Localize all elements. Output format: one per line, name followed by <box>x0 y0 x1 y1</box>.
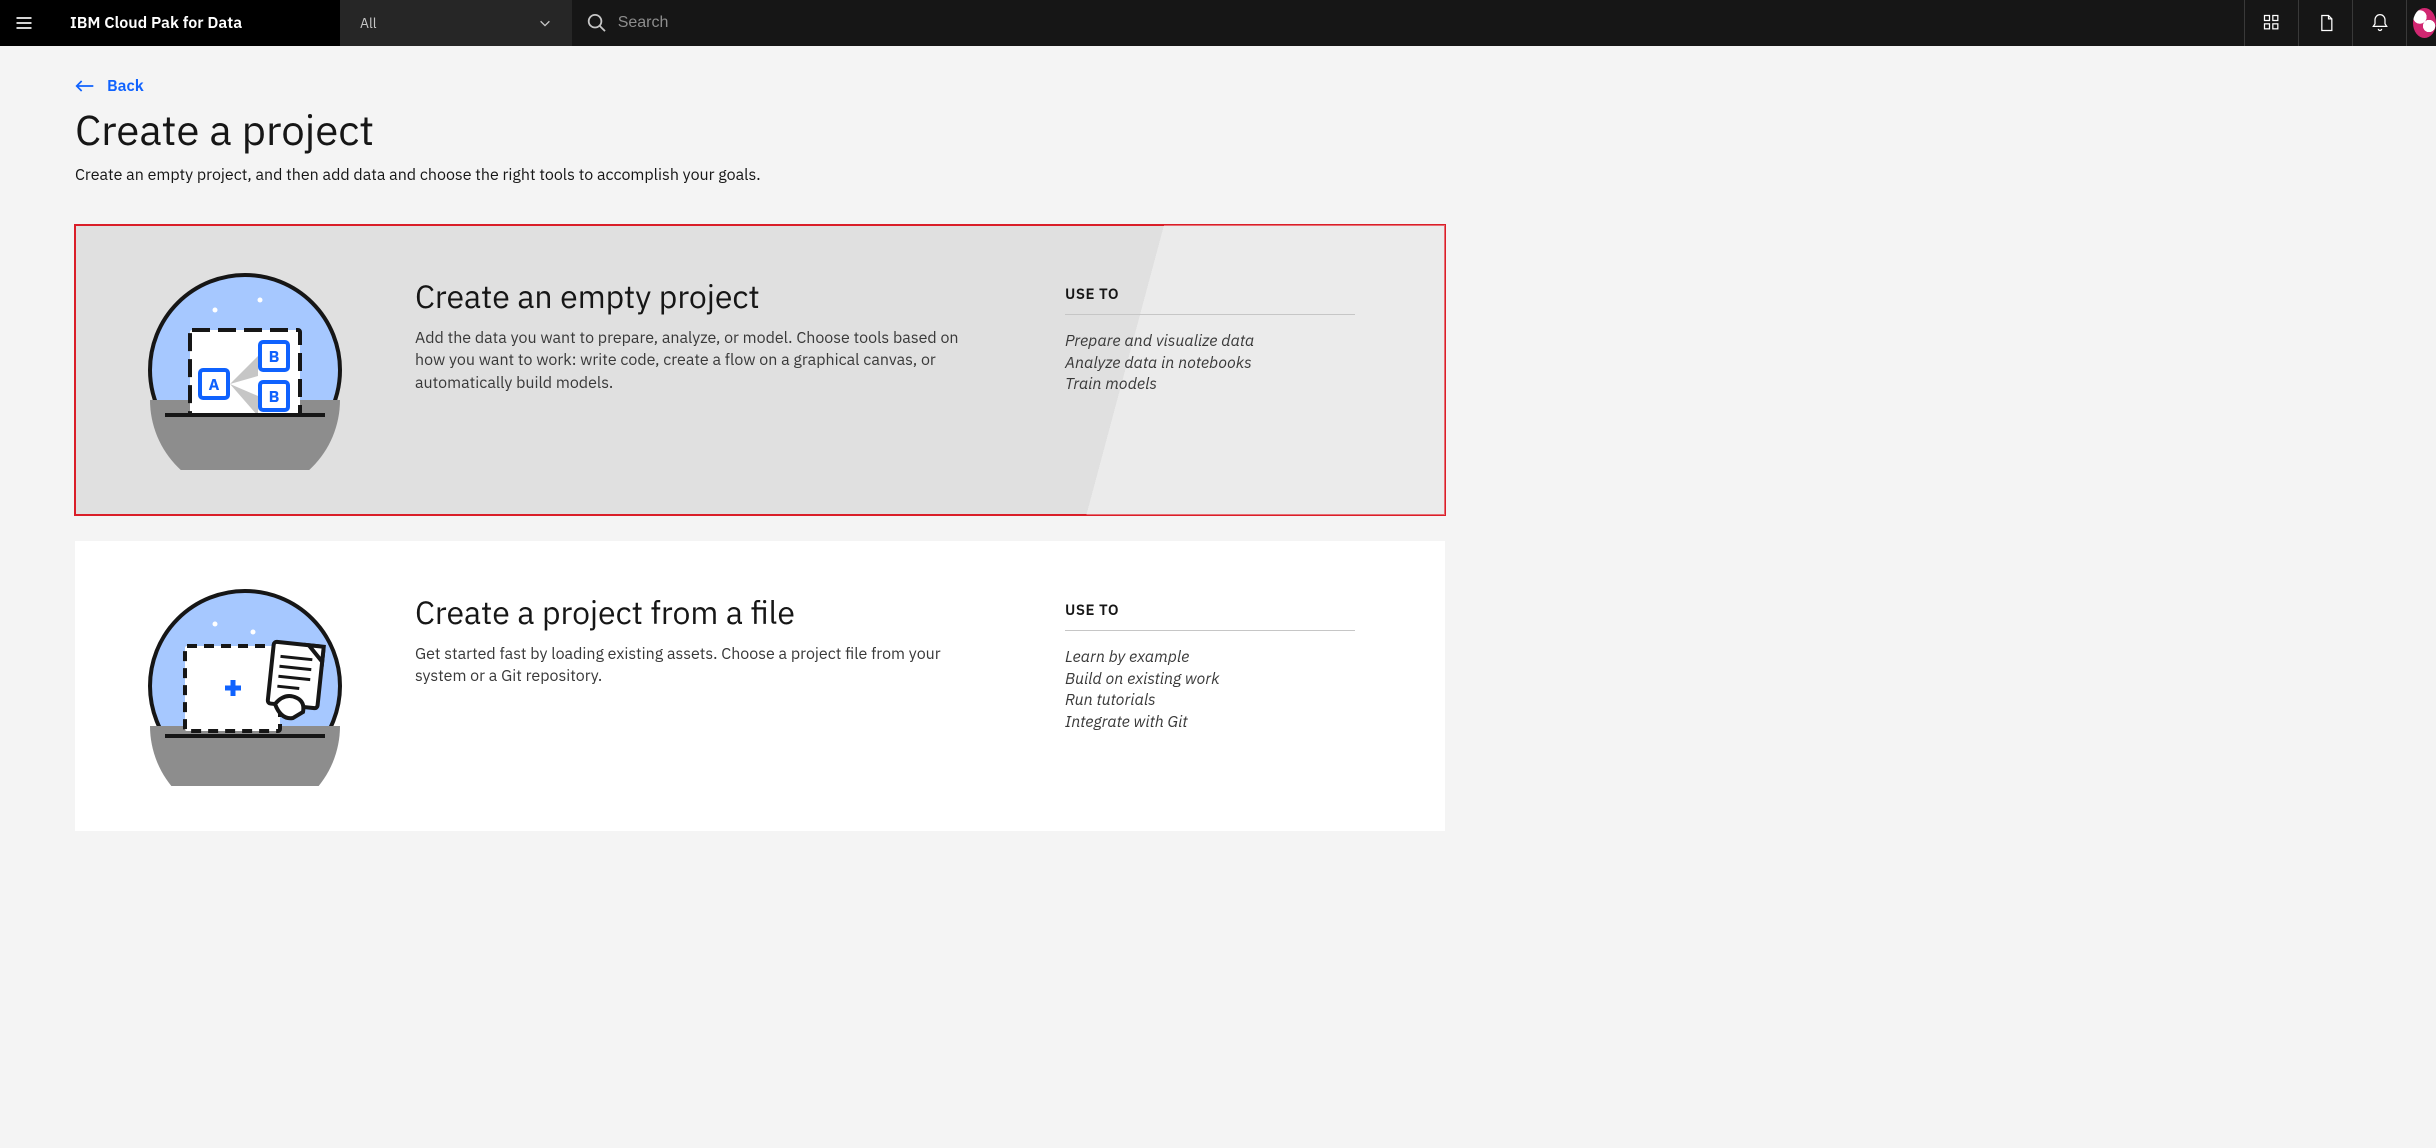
chevron-down-icon <box>538 16 552 30</box>
search-area[interactable] <box>572 0 2244 46</box>
hamburger-icon <box>14 13 34 33</box>
svg-text:B: B <box>269 387 280 407</box>
option-illustration <box>75 541 415 831</box>
uses-label: USE TO <box>1065 601 1355 631</box>
list-item: Integrate with Git <box>1065 712 1355 734</box>
back-button[interactable]: Back <box>75 76 144 96</box>
list-item: Analyze data in notebooks <box>1065 353 1355 375</box>
apps-icon <box>2262 13 2282 33</box>
search-icon <box>586 12 608 34</box>
search-input[interactable] <box>608 14 2230 32</box>
user-avatar-button[interactable] <box>2406 0 2436 46</box>
file-project-icon <box>145 586 345 786</box>
list-item: Run tutorials <box>1065 690 1355 712</box>
document-icon <box>2316 13 2336 33</box>
list-item: Learn by example <box>1065 647 1355 669</box>
arrow-left-icon <box>75 78 95 94</box>
svg-text:A: A <box>209 375 220 395</box>
app-launcher-button[interactable] <box>2244 0 2298 46</box>
header-actions <box>2244 0 2436 46</box>
list-item: Build on existing work <box>1065 669 1355 691</box>
scope-dropdown[interactable]: All <box>340 0 572 46</box>
page-content: Back Create a project Create an empty pr… <box>0 46 1520 871</box>
option-title: Create a project from a file <box>415 591 1015 633</box>
uses-label: USE TO <box>1065 285 1355 315</box>
option-body: Create a project from a file Get started… <box>415 541 1055 831</box>
option-description: Get started fast by loading existing ass… <box>415 643 975 688</box>
uses-list: Learn by example Build on existing work … <box>1065 647 1355 733</box>
option-project-from-file[interactable]: Create a project from a file Get started… <box>75 541 1445 831</box>
empty-project-icon: A B B <box>145 270 345 470</box>
menu-button[interactable] <box>0 0 48 46</box>
project-option-list: A B B Create an empty project Add the da… <box>75 225 1445 831</box>
uses-list: Prepare and visualize data Analyze data … <box>1065 331 1355 396</box>
option-uses: USE TO Learn by example Build on existin… <box>1055 541 1385 831</box>
option-empty-project[interactable]: A B B Create an empty project Add the da… <box>75 225 1445 515</box>
option-description: Add the data you want to prepare, analyz… <box>415 327 975 394</box>
back-label: Back <box>107 76 144 96</box>
bell-icon <box>2370 13 2390 33</box>
option-uses: USE TO Prepare and visualize data Analyz… <box>1055 225 1385 515</box>
page-subtitle: Create an empty project, and then add da… <box>75 165 1445 185</box>
avatar <box>2413 8 2436 38</box>
option-illustration: A B B <box>75 225 415 515</box>
list-item: Prepare and visualize data <box>1065 331 1355 353</box>
option-title: Create an empty project <box>415 275 1015 317</box>
header-left: IBM Cloud Pak for Data <box>0 0 340 46</box>
page-title: Create a project <box>75 102 1445 157</box>
svg-text:B: B <box>269 347 280 367</box>
app-header: IBM Cloud Pak for Data All <box>0 0 2436 46</box>
list-item: Train models <box>1065 374 1355 396</box>
scope-value: All <box>360 14 377 32</box>
notifications-button[interactable] <box>2352 0 2406 46</box>
documentation-button[interactable] <box>2298 0 2352 46</box>
option-body: Create an empty project Add the data you… <box>415 225 1055 515</box>
brand-title: IBM Cloud Pak for Data <box>48 13 242 33</box>
